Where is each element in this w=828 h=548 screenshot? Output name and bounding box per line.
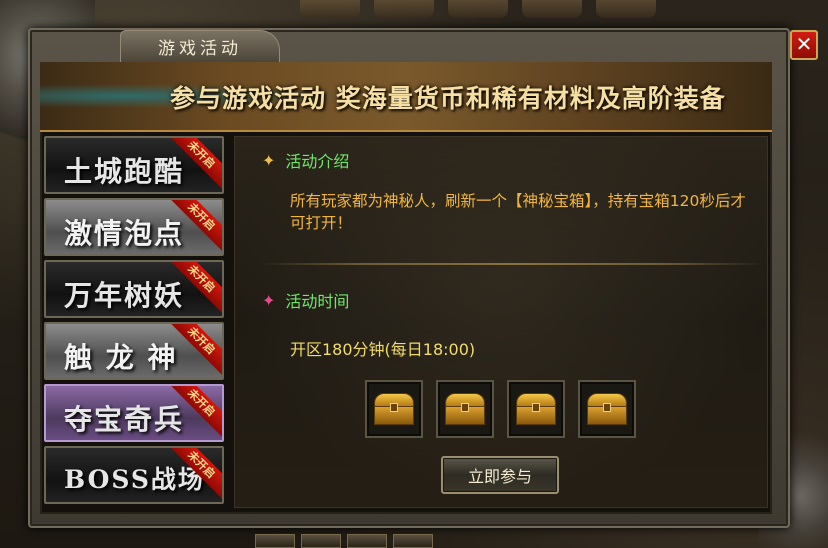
activity-time: 开区180分钟(每日18:00) — [290, 340, 476, 359]
top-menu-button[interactable] — [448, 0, 508, 18]
treasure-chest-icon — [587, 393, 627, 425]
join-now-button[interactable]: 立即参与 — [441, 456, 559, 494]
reward-slot[interactable] — [436, 380, 494, 438]
time-title: 活动时间 — [285, 292, 350, 311]
window-title: 游戏活动 — [120, 30, 280, 62]
intro-description: 所有玩家都为神秘人，刷新一个【神秘宝箱】，持有宝箱120秒后才可打开！ — [290, 192, 746, 232]
intro-section-header: ✦ 活动介绍 — [262, 148, 349, 172]
activity-item-dragon-god[interactable]: 触 龙 神 未开启 — [44, 322, 224, 380]
skill-slot[interactable] — [347, 534, 387, 548]
game-screen: 游戏活动 ✕ 参与游戏活动 奖海量货币和稀有材料及高阶装备 土城跑酷 未开启 激… — [0, 0, 828, 548]
activity-item-label: 触 龙 神 — [64, 341, 178, 374]
star-icon: ✦ — [262, 290, 276, 310]
reward-slot[interactable] — [507, 380, 565, 438]
treasure-chest-icon — [445, 393, 485, 425]
activity-item-label: 夺宝奇兵 — [64, 403, 185, 436]
top-menu-button[interactable] — [522, 0, 582, 18]
star-icon: ✦ — [262, 150, 276, 170]
top-menu-bar — [300, 0, 720, 22]
reward-slot[interactable] — [365, 380, 423, 438]
treasure-chest-icon — [374, 393, 414, 425]
reward-slots — [365, 380, 636, 438]
activity-item-tree-demon[interactable]: 万年树妖 未开启 — [44, 260, 224, 318]
close-button[interactable]: ✕ — [790, 30, 818, 60]
activity-item-label: 激情泡点 — [64, 217, 185, 250]
activity-item-label: 土城跑酷 — [64, 155, 185, 188]
top-menu-button[interactable] — [596, 0, 656, 18]
activity-item-passion-point[interactable]: 激情泡点 未开启 — [44, 198, 224, 256]
activity-item-boss-battle[interactable]: BOSS战场 未开启 — [44, 446, 224, 504]
bottom-skill-bar — [255, 534, 455, 548]
activity-list: 土城跑酷 未开启 激情泡点 未开启 万年树妖 未开启 触 龙 神 未开启 夺宝奇… — [44, 136, 228, 508]
treasure-chest-icon — [516, 393, 556, 425]
top-menu-button[interactable] — [300, 0, 360, 18]
reward-slot[interactable] — [578, 380, 636, 438]
skill-slot[interactable] — [393, 534, 433, 548]
section-divider — [262, 263, 762, 265]
time-section-header: ✦ 活动时间 — [262, 288, 349, 312]
activity-item-parkour[interactable]: 土城跑酷 未开启 — [44, 136, 224, 194]
intro-title: 活动介绍 — [285, 152, 350, 171]
skill-slot[interactable] — [255, 534, 295, 548]
activity-item-label: 万年树妖 — [64, 279, 185, 312]
activity-item-label: BOSS战场 — [64, 465, 205, 494]
activity-item-treasure-hunt[interactable]: 夺宝奇兵 未开启 — [44, 384, 224, 442]
banner-text: 参与游戏活动 奖海量货币和稀有材料及高阶装备 — [170, 84, 726, 113]
skill-slot[interactable] — [301, 534, 341, 548]
top-menu-button[interactable] — [374, 0, 434, 18]
